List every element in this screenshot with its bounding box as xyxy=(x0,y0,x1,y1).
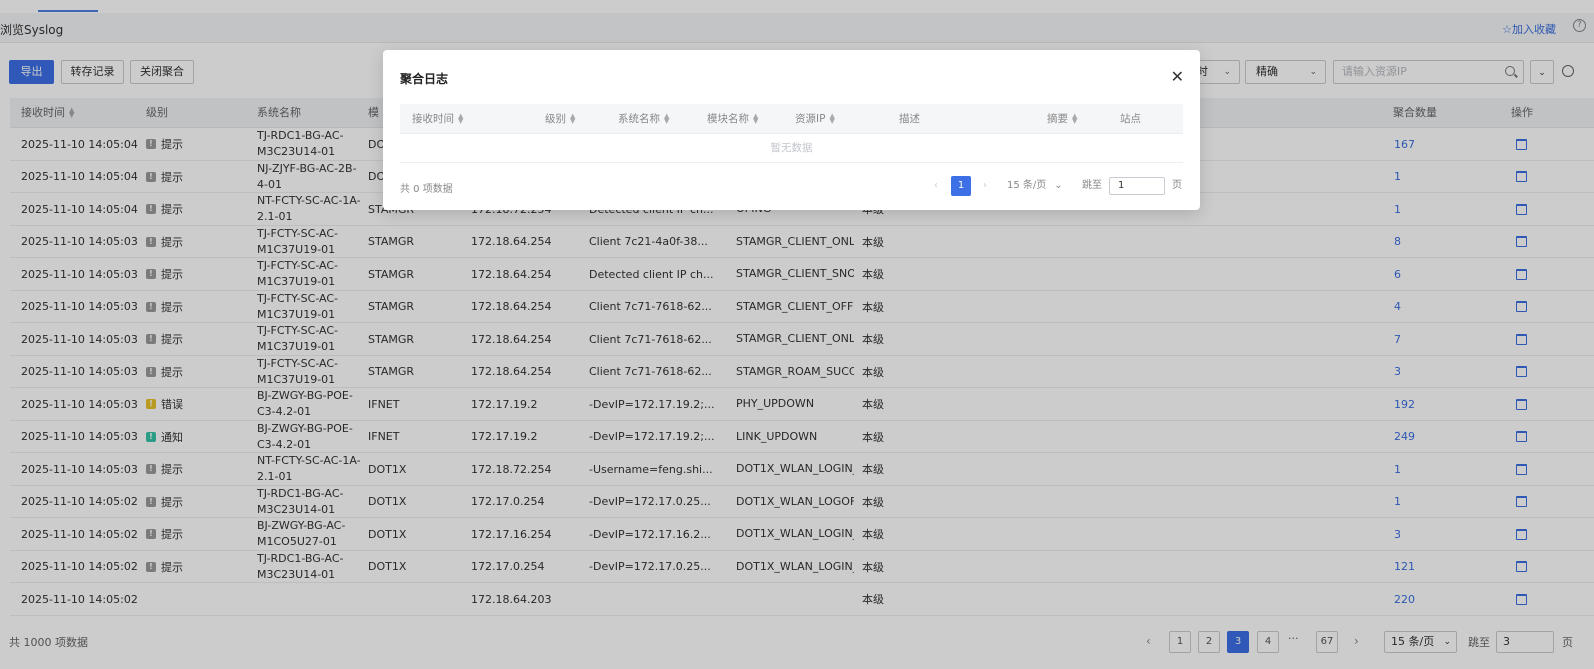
dialog-page-suffix: 页 xyxy=(1172,180,1182,191)
sort-icon: ▲ ▼ xyxy=(1072,112,1078,125)
dialog-col-site: 站点 xyxy=(1120,113,1141,125)
dialog-page-size-value: 15 条/页 xyxy=(1007,180,1047,191)
dialog-col-level[interactable]: 级别 ▲ ▼ xyxy=(545,104,575,134)
empty-state: 暂无数据 xyxy=(400,135,1183,163)
dialog-table-header: 接收时间 ▲ ▼ 级别 ▲ ▼ 系统名称 ▲ ▼ 模块名称 ▲ ▼ 资源IP ▲ ▼ 描述 摘要 ▲ ▼… xyxy=(400,104,1183,134)
dialog-jump-page-input[interactable]: 1 xyxy=(1109,177,1165,195)
dialog-col-module-name[interactable]: 模块名称 ▲ ▼ xyxy=(707,104,758,134)
dialog-prev-page-icon[interactable]: ‹ xyxy=(931,176,941,196)
sort-icon: ▲ ▼ xyxy=(753,112,759,125)
sort-icon: ▲ ▼ xyxy=(458,112,464,125)
dialog-title: 聚合日志 xyxy=(400,72,449,86)
sort-icon: ▲ ▼ xyxy=(570,112,576,125)
close-icon[interactable]: ✕ xyxy=(1171,67,1184,86)
dialog-col-receive-time[interactable]: 接收时间 ▲ ▼ xyxy=(412,104,463,134)
dialog-page-1[interactable]: 1 xyxy=(951,176,971,196)
sort-icon: ▲ ▼ xyxy=(829,112,835,125)
dialog-next-page-icon[interactable]: › xyxy=(980,176,990,196)
dialog-col-description: 描述 xyxy=(899,113,920,125)
dialog-jump-label: 跳至 xyxy=(1082,180,1102,191)
chevron-down-icon: ⌄ xyxy=(1054,180,1063,191)
aggregated-log-dialog: 聚合日志 ✕ 接收时间 ▲ ▼ 级别 ▲ ▼ 系统名称 ▲ ▼ 模块名称 ▲ ▼ 资源IP ▲ ▼ … xyxy=(383,50,1200,210)
sort-icon: ▲ ▼ xyxy=(664,112,670,125)
dialog-col-resource-ip[interactable]: 资源IP ▲ ▼ xyxy=(795,104,835,134)
dialog-col-summary[interactable]: 摘要 ▲ ▼ xyxy=(1047,104,1077,134)
dialog-page-size-select[interactable]: 15 条/页 ⌄ xyxy=(1007,176,1065,196)
dialog-total-count: 共 0 项数据 xyxy=(400,184,453,195)
dialog-col-system-name[interactable]: 系统名称 ▲ ▼ xyxy=(618,104,669,134)
